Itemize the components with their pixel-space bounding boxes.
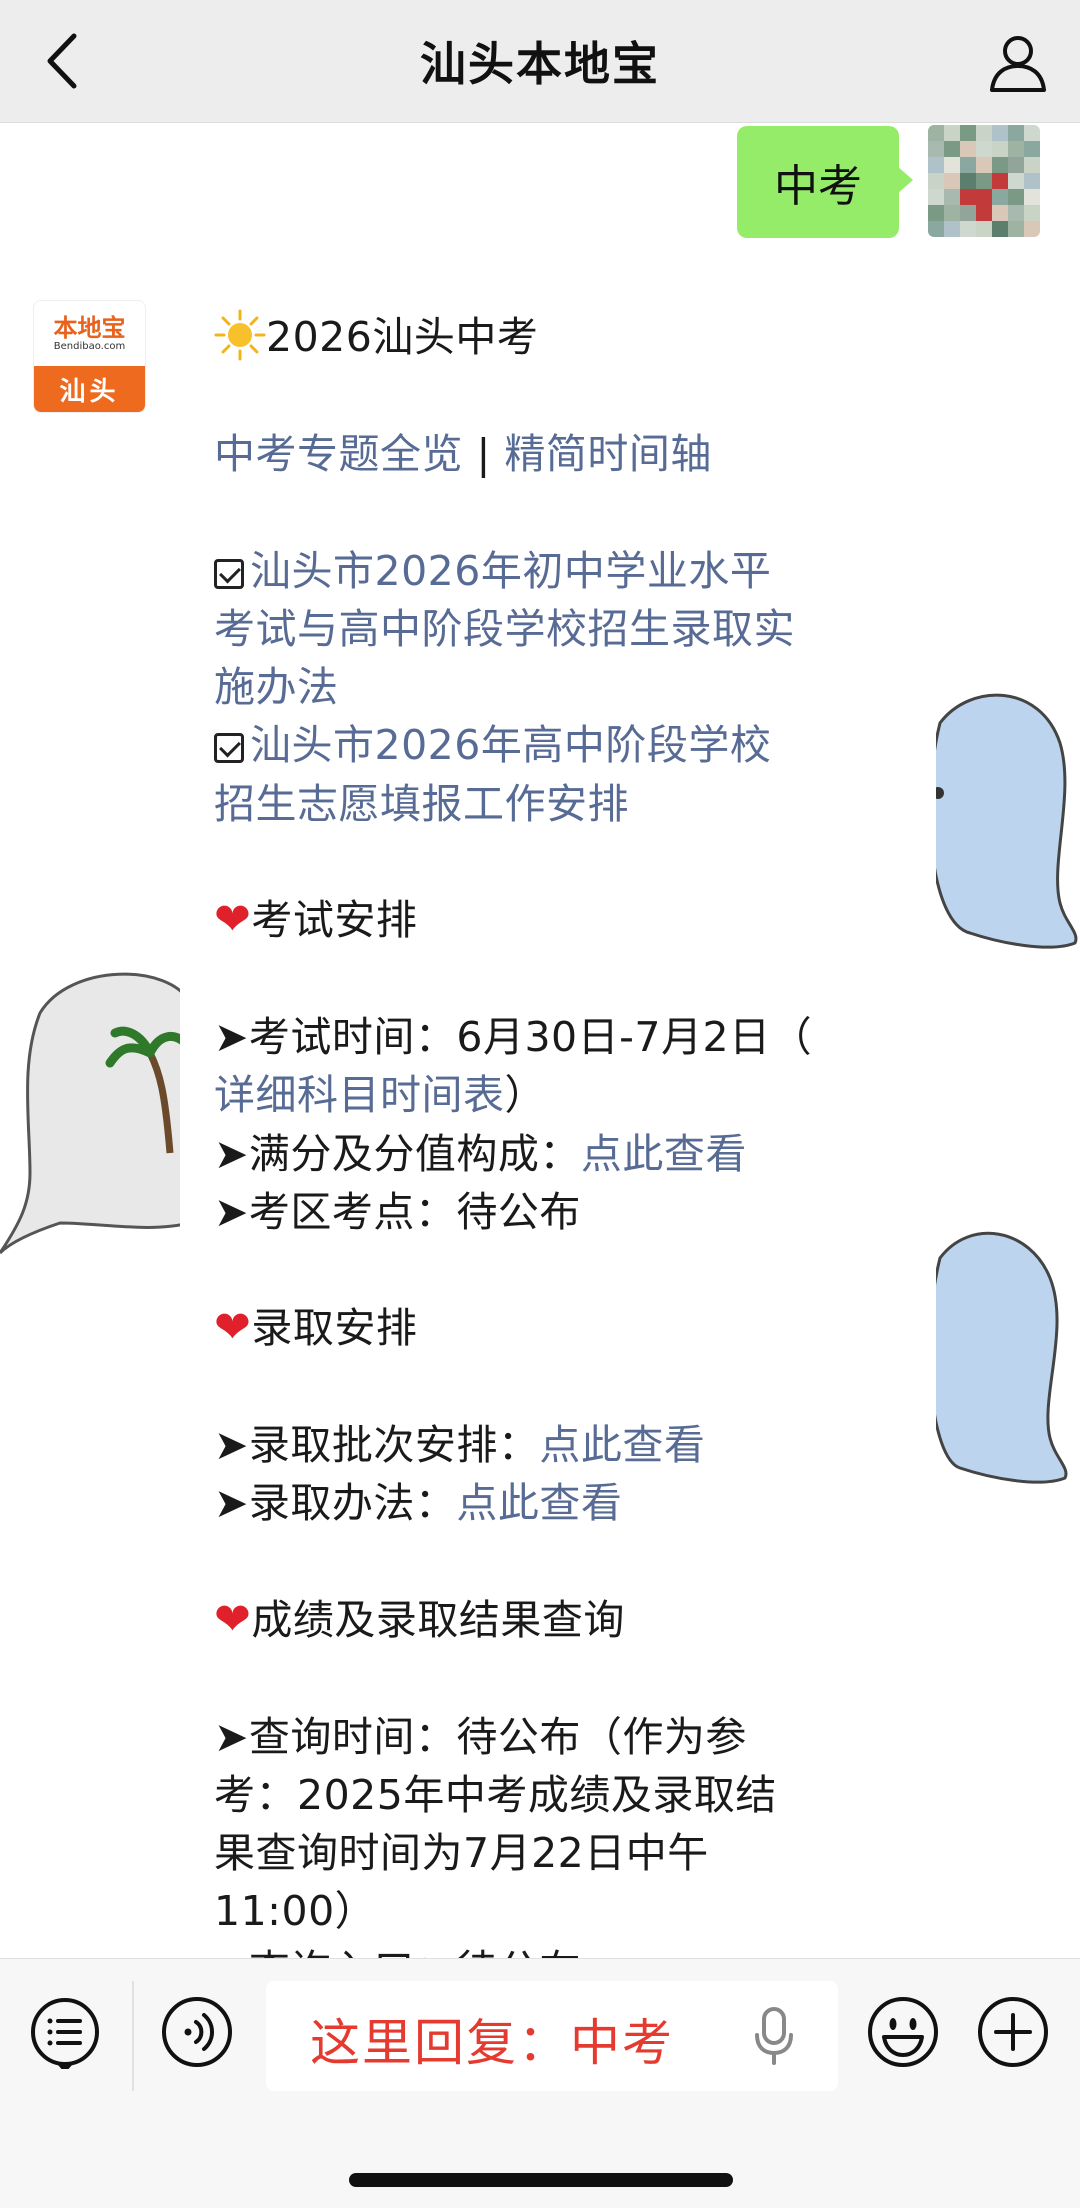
nav-bar: 汕头本地宝 — [0, 0, 1080, 123]
menu-list-icon[interactable] — [28, 1995, 102, 2069]
chat-area[interactable]: 中考 本地宝 Bendibao.com 汕头 2026汕头中考 中考专题全览 |… — [0, 123, 1080, 1958]
link-batch-view[interactable]: 点此查看 — [539, 1421, 705, 1469]
query-time-line3: 果查询时间为7月22日中午 — [214, 1829, 709, 1878]
bot-avatar[interactable]: 本地宝 Bendibao.com 汕头 — [33, 300, 146, 413]
link-separator: | — [463, 430, 505, 478]
user-message-bubble[interactable]: 中考 — [737, 126, 913, 238]
input-bar: 这里回复：中考 — [0, 1958, 1080, 2208]
link-subject-schedule[interactable]: 详细科目时间表 — [214, 1071, 505, 1119]
link-doc2-line1[interactable]: 汕头市2026年高中阶段学校 — [250, 721, 771, 769]
avatar-city: 汕头 — [34, 366, 145, 412]
query-time-line4: 11:00） — [214, 1887, 377, 1936]
message-title: 2026汕头中考 — [266, 313, 539, 361]
plus-icon[interactable] — [976, 1995, 1050, 2069]
reply-input-text: 这里回复：中考 — [310, 2014, 674, 2072]
user-message-text: 中考 — [774, 161, 862, 212]
reply-input[interactable]: 这里回复：中考 — [266, 1981, 838, 2091]
background-bubble-right-top — [930, 693, 1078, 949]
link-doc1-line1[interactable]: 汕头市2026年初中学业水平 — [250, 547, 771, 595]
background-bubble-right-bottom — [930, 1231, 1068, 1484]
section-heading-admission: 录取安排 — [251, 1304, 418, 1353]
link-topic-overview[interactable]: 中考专题全览 — [214, 430, 463, 478]
page-title: 汕头本地宝 — [420, 37, 660, 91]
exam-site-text: ➤考区考点：待公布 — [214, 1187, 581, 1236]
exam-time-text: ➤考试时间：6月30日-7月2日（ — [214, 1012, 813, 1061]
heart-icon: ❤ — [214, 894, 252, 946]
avatar-domain: Bendibao.com — [53, 340, 126, 352]
background-bubble-left — [0, 972, 190, 1255]
bot-message-bubble: 2026汕头中考 中考专题全览 | 精简时间轴 汕头市2026年初中学业水平 考… — [180, 300, 936, 1958]
link-method-view[interactable]: 点此查看 — [456, 1479, 622, 1527]
input-divider — [132, 1981, 134, 2091]
admission-batch-text: ➤录取批次安排： — [214, 1421, 540, 1470]
link-doc1-line2[interactable]: 考试与高中阶段学校招生录取实 — [214, 605, 795, 653]
avatar-brand: 本地宝 — [53, 312, 126, 342]
checkbox-icon — [214, 733, 244, 764]
exam-time-suffix: ） — [504, 1071, 546, 1120]
section-heading-exam: 考试安排 — [251, 896, 418, 945]
link-timeline[interactable]: 精简时间轴 — [504, 430, 712, 478]
home-indicator — [349, 2173, 733, 2187]
admission-method-text: ➤录取办法： — [214, 1479, 457, 1528]
query-entry-partial: ➤查询入口：待公布 — [214, 1946, 581, 1958]
emoji-icon[interactable] — [866, 1995, 940, 2069]
heart-icon: ❤ — [214, 1593, 252, 1645]
microphone-icon[interactable] — [754, 2007, 794, 2065]
sun-icon — [214, 309, 266, 361]
person-icon[interactable] — [986, 30, 1050, 94]
checkbox-icon — [214, 558, 244, 589]
link-doc1-line3[interactable]: 施办法 — [214, 663, 339, 711]
section-heading-results: 成绩及录取结果查询 — [251, 1595, 625, 1644]
query-time-line1: ➤查询时间：待公布（作为参 — [214, 1712, 747, 1761]
voice-icon[interactable] — [160, 1995, 234, 2069]
link-doc2-line2[interactable]: 招生志愿填报工作安排 — [214, 780, 629, 828]
score-text: ➤满分及分值构成： — [214, 1129, 581, 1178]
user-avatar[interactable] — [928, 125, 1040, 237]
link-score-view[interactable]: 点此查看 — [581, 1130, 747, 1178]
heart-icon: ❤ — [214, 1302, 252, 1354]
query-time-line2: 考：2025年中考成绩及录取结 — [214, 1770, 777, 1819]
